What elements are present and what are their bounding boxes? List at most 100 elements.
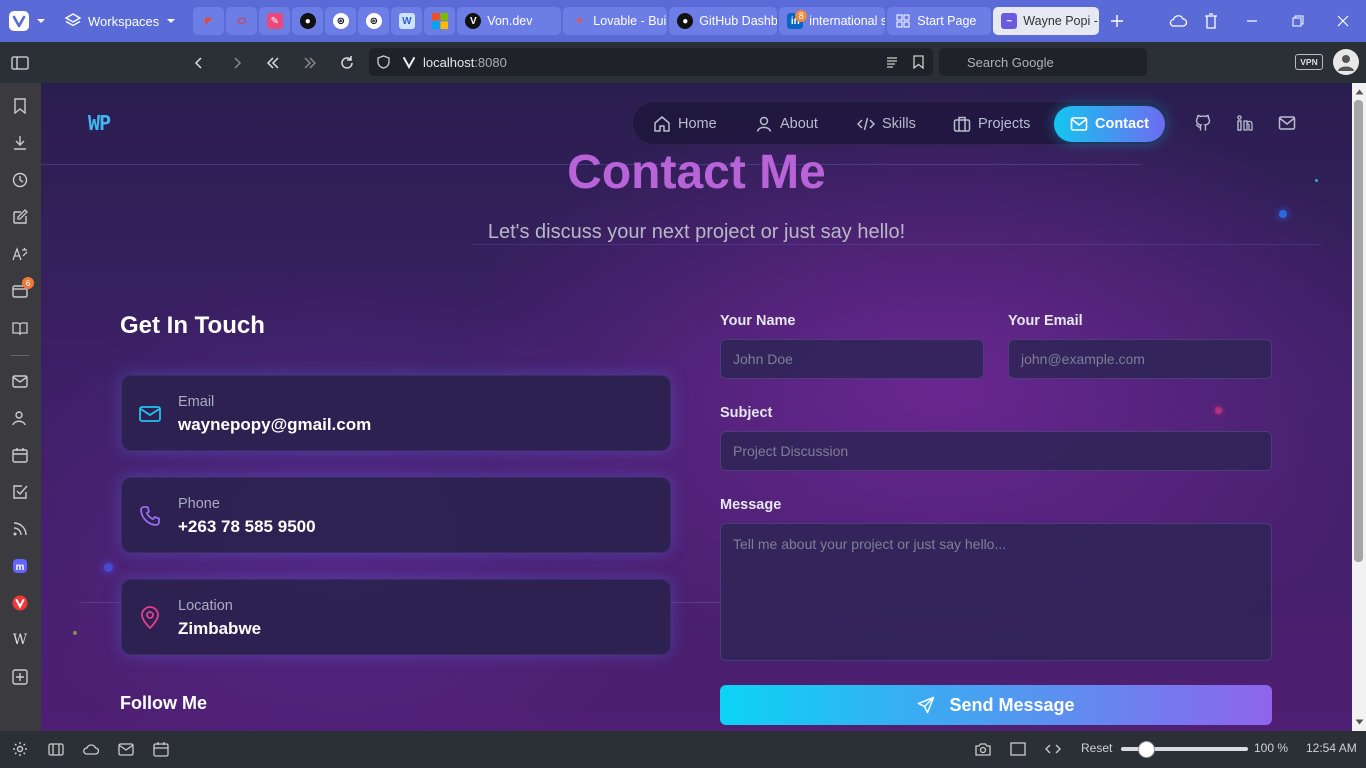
zoom-slider-handle[interactable]: [1138, 741, 1155, 758]
vpn-button[interactable]: VPN: [1295, 54, 1323, 70]
site-logo[interactable]: WP: [88, 111, 111, 135]
restore-icon: [1292, 15, 1304, 27]
minimize-icon: [1247, 20, 1257, 22]
tab-github-dashboard[interactable]: ● GitHub Dashb: [669, 7, 778, 35]
contact-card-phone[interactable]: Phone +263 78 585 9500: [121, 477, 671, 553]
nav-label: Projects: [978, 116, 1031, 132]
code-icon[interactable]: [1044, 740, 1062, 758]
cloud-icon[interactable]: [82, 740, 100, 758]
wikipedia-icon[interactable]: W: [10, 630, 30, 650]
mail-icon[interactable]: [117, 740, 135, 758]
trash-button[interactable]: [1188, 0, 1234, 42]
nav-about[interactable]: About: [755, 106, 818, 142]
tab-lovable[interactable]: ♥ Lovable - Buil: [563, 7, 668, 35]
reload-button[interactable]: [332, 42, 362, 83]
calendar-panel-icon[interactable]: [10, 445, 30, 465]
send-message-button[interactable]: Send Message: [720, 685, 1272, 725]
zoom-reset-button[interactable]: Reset: [1081, 741, 1112, 755]
settings-gear-icon[interactable]: [11, 740, 29, 758]
pinned-tab-opera[interactable]: ⬭: [226, 7, 258, 35]
rewind-button[interactable]: [258, 42, 288, 83]
contact-card-label: Email: [178, 394, 215, 410]
tasks-panel-icon[interactable]: [10, 482, 30, 502]
add-panel-icon[interactable]: [10, 667, 30, 687]
pinned-tab-chatgpt-2[interactable]: ⊛: [358, 7, 390, 35]
contact-card-label: Phone: [178, 496, 220, 512]
vivaldi-menu-icon[interactable]: [8, 10, 30, 32]
name-label: Your Name: [720, 313, 796, 329]
nav-home[interactable]: Home: [653, 106, 717, 142]
minimize-button[interactable]: [1229, 0, 1275, 42]
bookmarks-panel-icon[interactable]: [10, 96, 30, 116]
send-message-label: Send Message: [949, 694, 1075, 715]
mastodon-icon[interactable]: m: [10, 556, 30, 576]
profile-avatar[interactable]: [1333, 49, 1359, 75]
nav-projects[interactable]: Projects: [953, 106, 1030, 142]
close-window-button[interactable]: [1320, 0, 1366, 42]
translate-panel-icon[interactable]: [10, 244, 30, 264]
vivaldi-icon[interactable]: [10, 593, 30, 613]
reading-list-panel-icon[interactable]: [10, 318, 30, 338]
scroll-up-arrow[interactable]: [1353, 86, 1365, 98]
feeds-panel-icon[interactable]: [10, 519, 30, 539]
contact-card-value: Zimbabwe: [178, 619, 262, 638]
nav-contact[interactable]: Contact: [1054, 106, 1165, 142]
calendar-icon[interactable]: [152, 740, 170, 758]
pinned-tab-chatgpt[interactable]: ⊛: [325, 7, 357, 35]
nav-skills[interactable]: Skills: [857, 106, 916, 142]
clock: 12:54 AM: [1306, 741, 1357, 755]
map-pin-icon: [138, 606, 162, 630]
fast-forward-button[interactable]: [295, 42, 325, 83]
email-input[interactable]: john@example.com: [1008, 339, 1272, 379]
name-input[interactable]: John Doe: [720, 339, 984, 379]
site-info-icon[interactable]: [402, 55, 416, 69]
reader-view-icon[interactable]: [886, 56, 898, 68]
new-tab-button[interactable]: [1103, 7, 1131, 35]
history-panel-icon[interactable]: [10, 170, 30, 190]
github-icon[interactable]: [1193, 113, 1213, 133]
chevron-down-icon[interactable]: [34, 14, 48, 28]
message-textarea[interactable]: Tell me about your project or just say h…: [720, 523, 1272, 661]
tab-linkedin[interactable]: in 8 international s: [779, 7, 886, 35]
decorative-dot: [104, 563, 113, 572]
tab-favicon-icon: W: [398, 13, 415, 29]
shield-icon[interactable]: [377, 55, 390, 69]
mail-panel-icon[interactable]: [10, 371, 30, 391]
toggle-panel-button[interactable]: [5, 42, 35, 83]
decorative-dot: [1279, 210, 1287, 218]
workspaces-button[interactable]: Workspaces: [64, 6, 177, 36]
nav-label: Home: [678, 116, 717, 132]
search-field[interactable]: Search Google: [939, 48, 1147, 76]
scroll-down-arrow[interactable]: [1353, 716, 1365, 728]
pinned-tab-microsoft[interactable]: [424, 7, 456, 35]
restore-button[interactable]: [1275, 0, 1321, 42]
linkedin-icon[interactable]: [1235, 113, 1255, 133]
message-label: Message: [720, 497, 782, 513]
contact-card-email[interactable]: Email waynepopy@gmail.com: [121, 375, 671, 451]
contact-card-value: +263 78 585 9500: [178, 517, 316, 536]
panel-toggle-icon[interactable]: [47, 740, 65, 758]
pinned-tab-w[interactable]: W: [391, 7, 423, 35]
tab-start-page[interactable]: Start Page: [887, 7, 992, 35]
mail-icon[interactable]: [1277, 113, 1297, 133]
downloads-panel-icon[interactable]: [10, 133, 30, 153]
home-icon: [654, 116, 670, 132]
tab-favicon-icon: ◤: [204, 15, 213, 27]
notes-panel-icon[interactable]: [10, 207, 30, 227]
camera-icon[interactable]: [974, 740, 992, 758]
page-tiling-icon[interactable]: [1009, 740, 1027, 758]
back-button[interactable]: [184, 42, 214, 83]
scrollbar-thumb[interactable]: [1354, 100, 1363, 562]
pinned-tab-vercel[interactable]: ◤: [193, 7, 225, 35]
pinned-tab-figma[interactable]: ✎: [259, 7, 291, 35]
bookmark-icon[interactable]: [913, 55, 924, 69]
subject-input[interactable]: Project Discussion: [720, 431, 1272, 471]
address-field[interactable]: localhost:8080: [369, 48, 933, 76]
forward-button[interactable]: [222, 42, 252, 83]
contacts-panel-icon[interactable]: [10, 408, 30, 428]
tab-wayne-portfolio[interactable]: ~ Wayne Popi -: [993, 7, 1100, 35]
tab-von-dev[interactable]: V Von.dev: [457, 7, 562, 35]
contact-card-location[interactable]: Location Zimbabwe: [121, 579, 671, 655]
pinned-tab-github[interactable]: ●: [292, 7, 324, 35]
tab-label: Start Page: [917, 14, 977, 28]
